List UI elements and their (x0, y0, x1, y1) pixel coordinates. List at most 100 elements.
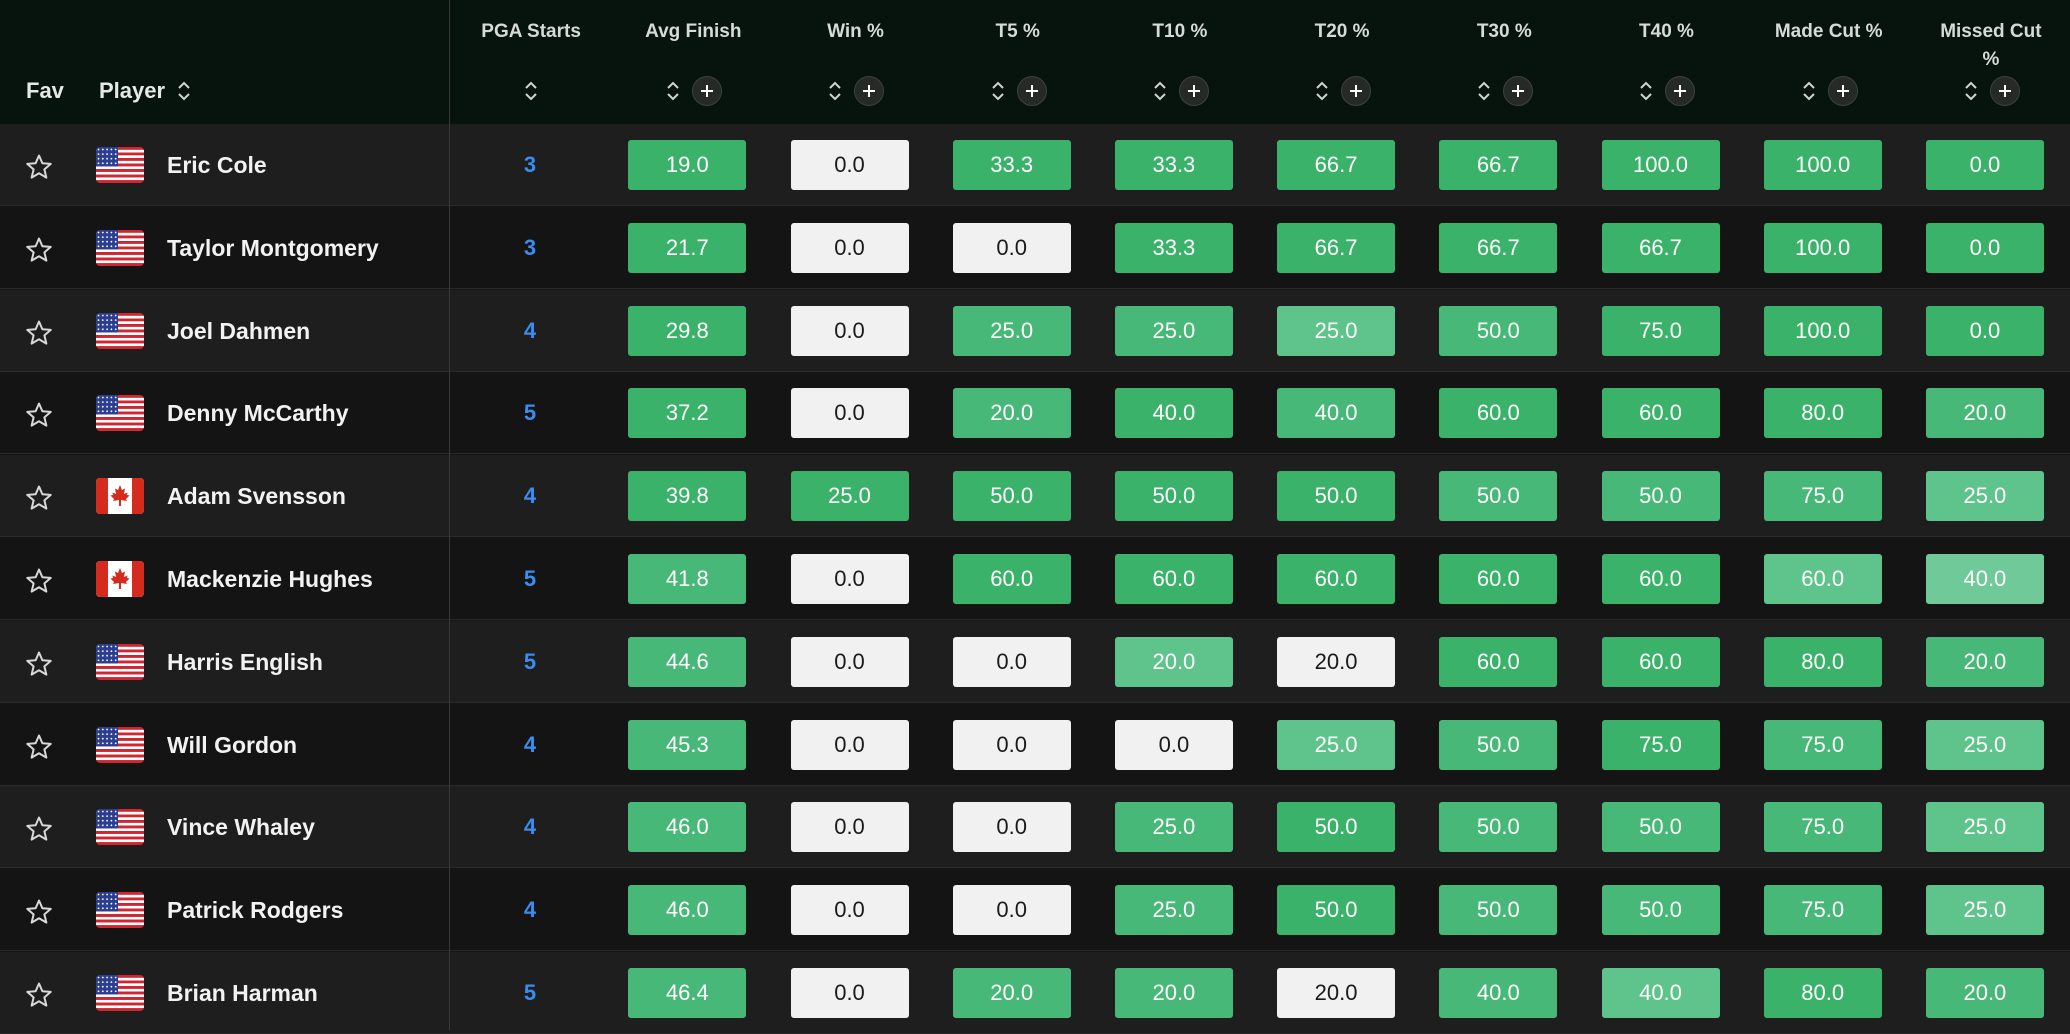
player-column-label: Player (99, 78, 166, 103)
favorite-star-icon[interactable] (24, 483, 54, 513)
table-row[interactable]: Vince Whaley 4 46.0 0.0 0.0 25.0 50.0 50.0 50.0 7… (0, 786, 2070, 869)
stat-cell: 60.0 (1601, 388, 1720, 439)
pga-starts-link[interactable]: 4 (450, 786, 610, 868)
column-header[interactable]: Win % (774, 0, 936, 124)
column-header[interactable]: T20 % (1261, 0, 1423, 124)
favorite-star-icon[interactable] (24, 649, 54, 679)
table-row[interactable]: Adam Svensson 4 39.8 25.0 50.0 50.0 50.0 50.0 50… (0, 455, 2070, 538)
stat-cell: 50.0 (1114, 471, 1233, 522)
sort-icon[interactable] (826, 78, 844, 104)
sort-icon[interactable] (1962, 78, 1980, 104)
player-name[interactable]: Taylor Montgomery (167, 207, 379, 289)
favorite-star-icon[interactable] (24, 152, 54, 182)
pga-starts-link[interactable]: 3 (450, 207, 610, 289)
stat-cell: 25.0 (952, 305, 1071, 356)
fav-column-header: Fav (26, 78, 64, 103)
column-header[interactable]: T40 % (1585, 0, 1747, 124)
table-row[interactable]: Harris English 5 44.6 0.0 0.0 20.0 20.0 60.0 60.… (0, 620, 2070, 703)
usa-flag-icon (96, 975, 144, 1011)
add-column-filter-icon[interactable] (1341, 76, 1372, 106)
stat-cell: 33.3 (1114, 140, 1233, 190)
favorite-star-icon[interactable] (24, 732, 54, 762)
stats-table: Fav Player PGA Starts Avg Finish Win % T5 %… (0, 0, 2070, 1034)
table-row[interactable]: Denny McCarthy 5 37.2 0.0 20.0 40.0 40.0 60.0 60… (0, 372, 2070, 455)
column-header[interactable]: PGA Starts (450, 0, 612, 124)
player-column-header[interactable]: Player (99, 78, 193, 104)
stat-cell: 0.0 (1925, 222, 2044, 273)
favorite-star-icon[interactable] (24, 814, 54, 844)
stat-cell: 50.0 (952, 471, 1071, 522)
table-row[interactable]: Mackenzie Hughes 5 41.8 0.0 60.0 60.0 60.0 60.0… (0, 538, 2070, 620)
sort-icon[interactable] (664, 78, 682, 104)
column-header[interactable]: T5 % (937, 0, 1099, 124)
column-header[interactable]: Missed Cut % (1910, 0, 2070, 124)
table-row[interactable]: Eric Cole 3 19.0 0.0 33.3 33.3 66.7 66.7 100.0 10… (0, 124, 2070, 206)
stat-cell: 44.6 (628, 636, 747, 687)
column-header[interactable]: T30 % (1423, 0, 1585, 124)
player-name[interactable]: Patrick Rodgers (167, 869, 343, 951)
player-name[interactable]: Denny McCarthy (167, 372, 348, 454)
sort-icon[interactable] (989, 78, 1007, 104)
player-name[interactable]: Adam Svensson (167, 455, 346, 537)
stat-cell: 25.0 (1925, 471, 2044, 522)
pga-starts-link[interactable]: 5 (450, 952, 610, 1034)
sort-icon[interactable] (522, 78, 540, 104)
favorite-star-icon[interactable] (24, 980, 54, 1010)
favorite-star-icon[interactable] (24, 235, 54, 265)
add-column-filter-icon[interactable] (854, 76, 885, 106)
sort-icon[interactable] (1800, 78, 1818, 104)
player-name[interactable]: Brian Harman (167, 952, 318, 1034)
add-column-filter-icon[interactable] (1665, 76, 1696, 106)
pga-starts-link[interactable]: 5 (450, 621, 610, 703)
stat-cell: 25.0 (1277, 719, 1396, 770)
column-header-controls (1748, 74, 1910, 108)
stat-cell: 0.0 (790, 802, 909, 853)
add-column-filter-icon[interactable] (1016, 76, 1047, 106)
favorite-star-icon[interactable] (24, 400, 54, 430)
player-name[interactable]: Eric Cole (167, 124, 267, 206)
column-header[interactable]: Made Cut % (1748, 0, 1910, 124)
player-name[interactable]: Vince Whaley (167, 786, 315, 868)
sort-icon[interactable] (1313, 78, 1331, 104)
stat-cell: 66.7 (1277, 140, 1396, 190)
table-row[interactable]: Will Gordon 4 45.3 0.0 0.0 0.0 25.0 50.0 75.0 75.… (0, 703, 2070, 786)
stat-cell: 50.0 (1277, 802, 1396, 853)
pga-starts-link[interactable]: 5 (450, 538, 610, 620)
table-row[interactable]: Taylor Montgomery 3 21.7 0.0 0.0 33.3 66.7 66.7… (0, 206, 2070, 289)
favorite-star-icon[interactable] (24, 318, 54, 348)
add-column-filter-icon[interactable] (1827, 76, 1858, 106)
stat-cell: 19.0 (628, 140, 747, 190)
favorite-star-icon[interactable] (24, 566, 54, 596)
player-name[interactable]: Joel Dahmen (167, 290, 310, 372)
stat-cell: 37.2 (628, 388, 747, 439)
pga-starts-link[interactable]: 4 (450, 704, 610, 786)
add-column-filter-icon[interactable] (1503, 76, 1534, 106)
pga-starts-link[interactable]: 4 (450, 290, 610, 372)
pga-starts-link[interactable]: 4 (450, 869, 610, 951)
player-name[interactable]: Harris English (167, 621, 323, 703)
column-header[interactable]: T10 % (1099, 0, 1261, 124)
stat-cell: 20.0 (1277, 636, 1396, 687)
sort-icon[interactable] (1637, 78, 1655, 104)
pga-starts-link[interactable]: 5 (450, 372, 610, 454)
table-row[interactable]: Patrick Rodgers 4 46.0 0.0 0.0 25.0 50.0 50.0 50… (0, 869, 2070, 952)
stat-cell: 60.0 (1439, 636, 1558, 687)
add-column-filter-icon[interactable] (692, 76, 723, 106)
table-row[interactable]: Joel Dahmen 4 29.8 0.0 25.0 25.0 25.0 50.0 75.0 1… (0, 289, 2070, 372)
favorite-star-icon[interactable] (24, 897, 54, 927)
stat-cell: 100.0 (1763, 305, 1882, 356)
add-column-filter-icon[interactable] (1178, 76, 1209, 106)
stat-cell: 75.0 (1763, 885, 1882, 936)
pga-starts-link[interactable]: 3 (450, 124, 610, 206)
sort-icon[interactable] (175, 78, 193, 104)
stat-cell: 0.0 (790, 140, 909, 190)
add-column-filter-icon[interactable] (1989, 76, 2020, 106)
table-row[interactable]: Brian Harman 5 46.4 0.0 20.0 20.0 20.0 40.0 40.0… (0, 952, 2070, 1034)
pga-starts-link[interactable]: 4 (450, 455, 610, 537)
stat-cell: 0.0 (1114, 719, 1233, 770)
player-name[interactable]: Will Gordon (167, 704, 297, 786)
player-name[interactable]: Mackenzie Hughes (167, 538, 373, 620)
sort-icon[interactable] (1475, 78, 1493, 104)
column-header[interactable]: Avg Finish (612, 0, 774, 124)
sort-icon[interactable] (1151, 78, 1169, 104)
